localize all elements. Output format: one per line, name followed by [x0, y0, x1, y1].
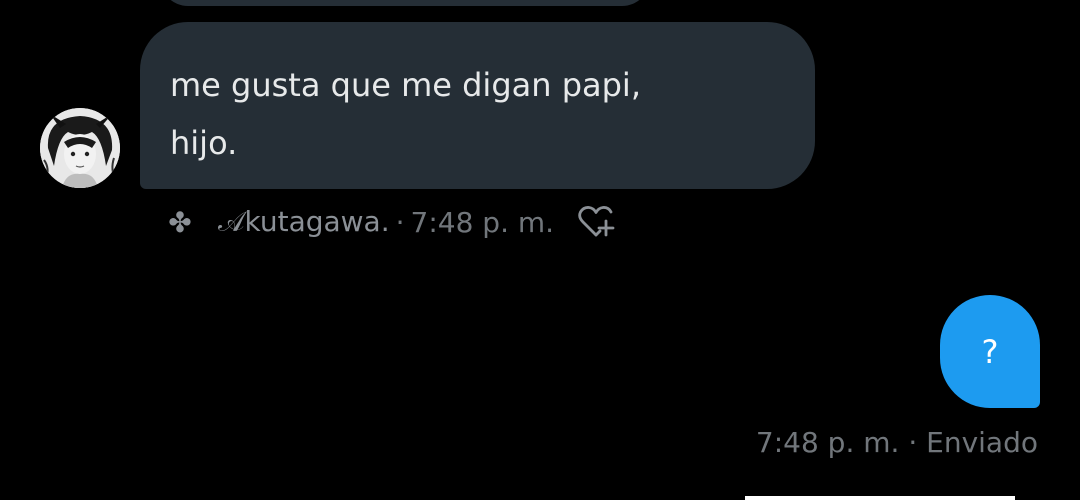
meta-separator: ·	[395, 205, 405, 239]
sender-avatar[interactable]	[40, 108, 120, 188]
delivery-status: Enviado	[926, 426, 1038, 459]
received-message-meta: ✤ 𝒜kutagawa. · 7:48 p. m.	[166, 200, 616, 244]
sent-message-time: 7:48 p. m.	[755, 426, 900, 459]
sent-message-text: ?	[981, 332, 999, 371]
previous-message-bubble[interactable]	[160, 0, 650, 6]
reaction-emoji[interactable]: ✤	[166, 206, 194, 239]
sent-message-bubble[interactable]: ?	[940, 295, 1040, 408]
message-time: 7:48 p. m.	[410, 205, 555, 239]
heart-plus-icon[interactable]	[576, 204, 616, 240]
message-text-line: me gusta que me digan papi,	[170, 66, 641, 104]
avatar-image	[40, 108, 120, 188]
message-text-line: hijo.	[170, 124, 238, 162]
dm-conversation: me gusta que me digan papi, hijo. ✤ 𝒜kut…	[0, 0, 1080, 500]
scroll-indicator	[745, 496, 1015, 500]
sent-message-meta: 7:48 p. m. · Enviado	[756, 426, 1038, 459]
received-message-bubble[interactable]: me gusta que me digan papi, hijo.	[140, 22, 815, 189]
meta-separator: ·	[908, 426, 918, 459]
sender-name: 𝒜kutagawa.	[218, 205, 390, 238]
